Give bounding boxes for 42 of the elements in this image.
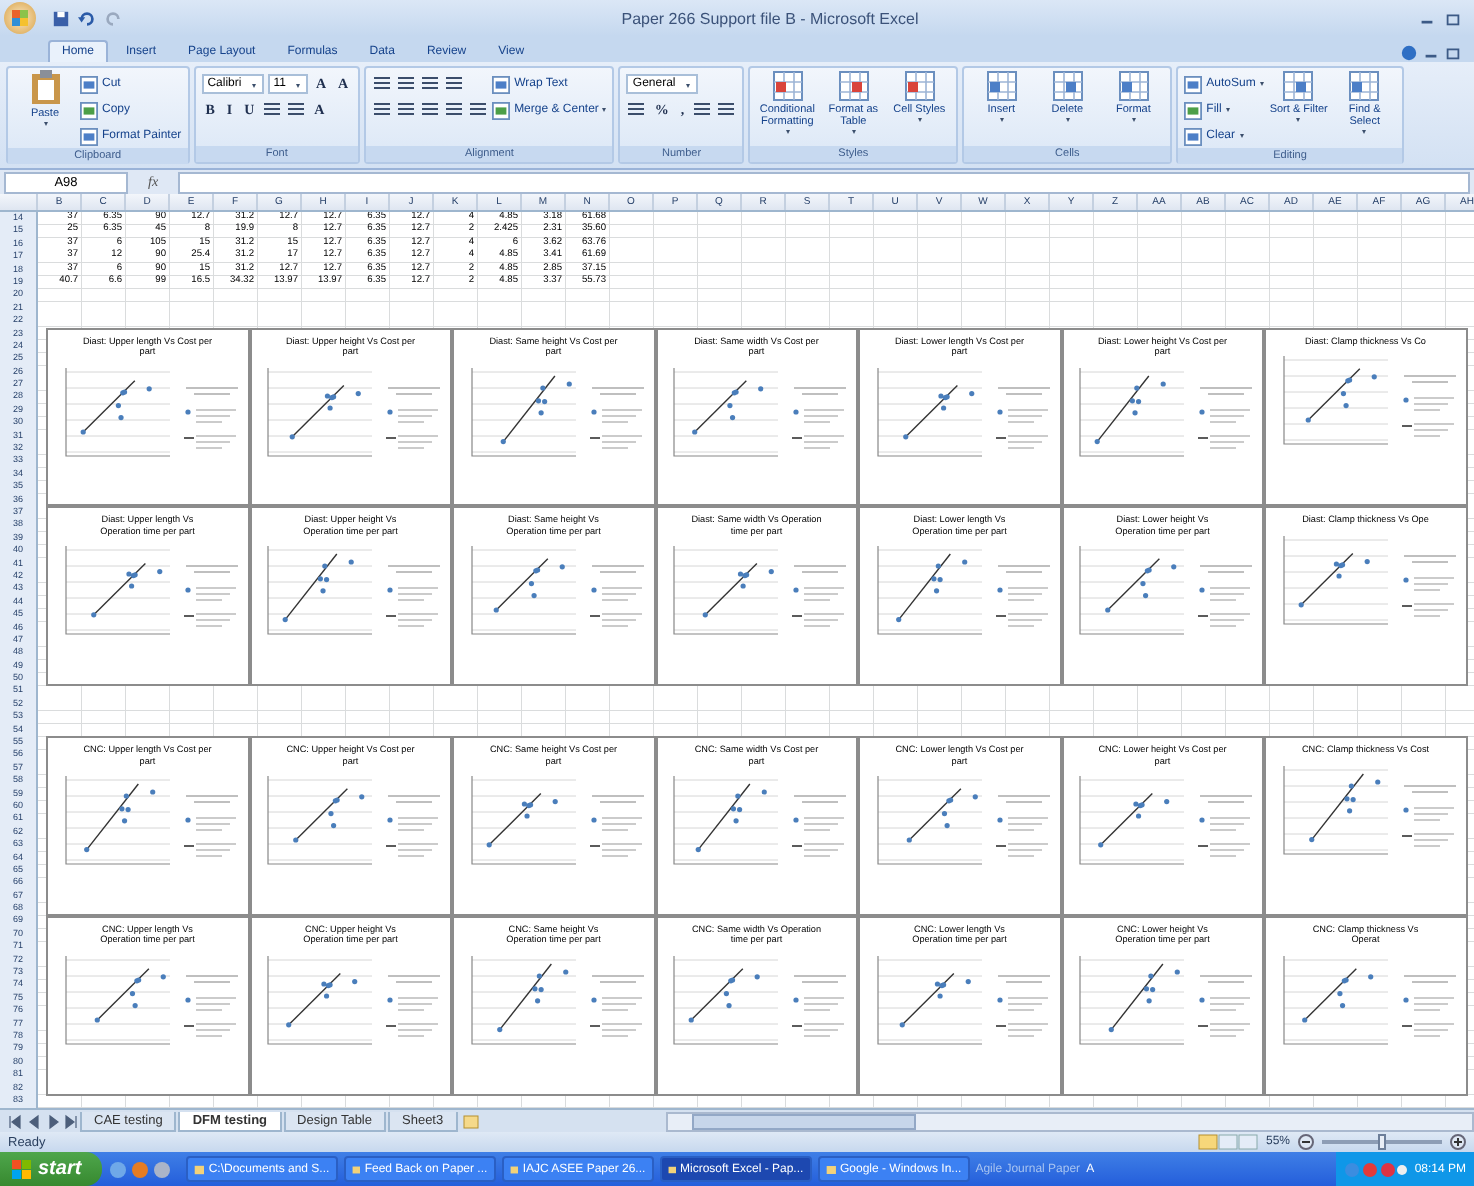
zoom-out-icon[interactable]: [1298, 1134, 1314, 1150]
grid-icon: [1117, 70, 1150, 102]
clipboard-icon: [29, 70, 61, 106]
lines-icon[interactable]: [420, 100, 441, 120]
save-icon[interactable]: [52, 9, 70, 27]
horizontal-scrollbar[interactable]: [665, 1111, 1474, 1131]
office-button[interactable]: [4, 2, 36, 34]
window-title: Paper 266 Support file B - Microsoft Excel: [619, 9, 921, 27]
grid-icon: [903, 70, 936, 102]
start-button[interactable]: start: [0, 1152, 102, 1186]
lines-icon[interactable]: [468, 100, 489, 120]
lines-icon[interactable]: [716, 100, 737, 120]
lines-icon[interactable]: [626, 100, 647, 120]
folder-icon: [193, 1161, 205, 1177]
lines-icon[interactable]: [372, 74, 393, 94]
grid-icon: [771, 70, 804, 102]
lines-icon[interactable]: [396, 100, 417, 120]
grid-icon: [1282, 70, 1315, 102]
lines-icon[interactable]: [692, 100, 713, 120]
lines-icon[interactable]: [262, 100, 283, 120]
zoom-in-icon[interactable]: [1450, 1134, 1466, 1150]
lines-icon[interactable]: [286, 100, 307, 120]
folder-icon: [509, 1161, 519, 1177]
help-icon[interactable]: [1400, 44, 1418, 62]
sheet-navigation-icon[interactable]: [6, 1113, 78, 1129]
folder-icon: [667, 1161, 676, 1177]
grid-icon: [1051, 70, 1084, 102]
folder-icon: [825, 1161, 836, 1177]
undo-icon[interactable]: [78, 9, 96, 27]
lines-icon[interactable]: [444, 74, 465, 94]
lines-icon[interactable]: [396, 74, 417, 94]
formula-field[interactable]: [178, 171, 1470, 193]
grid-icon: [837, 70, 870, 102]
windows-logo-icon: [12, 1159, 32, 1179]
tray-icons[interactable]: [1344, 1161, 1409, 1177]
lines-icon[interactable]: [420, 74, 441, 94]
grid-icon: [1348, 70, 1381, 102]
lines-icon[interactable]: [444, 100, 465, 120]
folder-icon: [351, 1161, 361, 1177]
lines-icon[interactable]: [372, 100, 393, 120]
grid-icon: [985, 70, 1018, 102]
slider-thumb[interactable]: [1378, 1134, 1386, 1150]
